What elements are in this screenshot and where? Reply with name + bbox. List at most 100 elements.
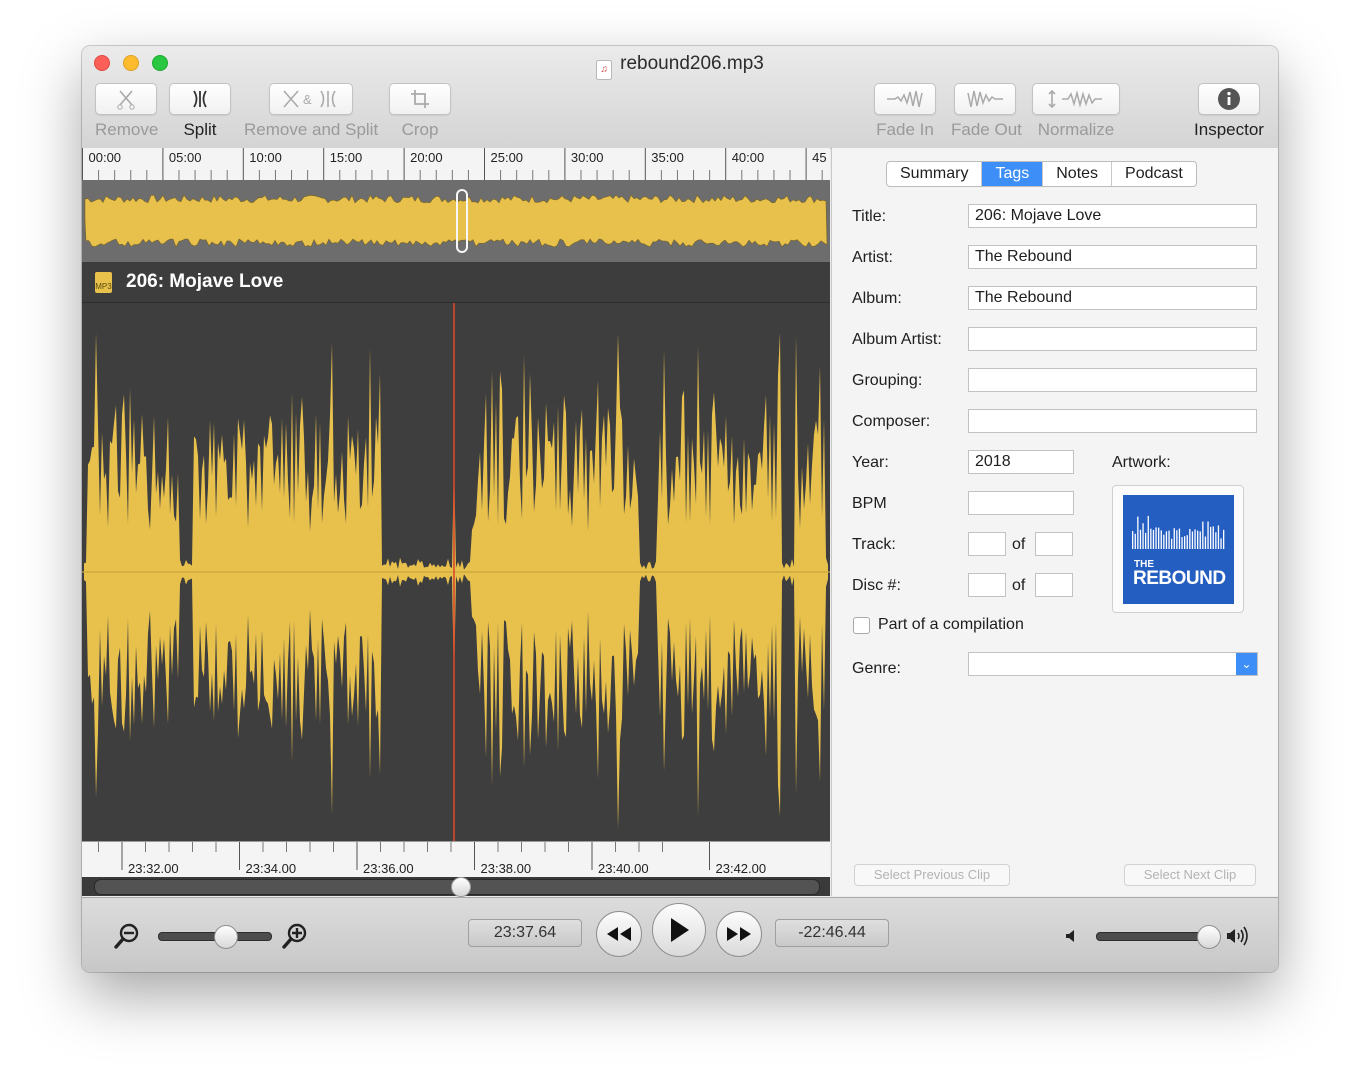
tab-tags[interactable]: Tags [982,162,1044,186]
genre-select[interactable]: ⌄ [968,652,1258,676]
disc-of-label: of [1012,577,1026,594]
artwork-bar [1155,527,1157,549]
disc-number-field[interactable] [968,573,1006,597]
fade-in-button[interactable] [874,83,936,115]
artwork-bar [1171,538,1173,549]
bpm-label: BPM [852,495,887,512]
artwork-bar [1132,531,1134,549]
fade-in-tool[interactable]: Fade In [874,83,936,140]
artwork-bar [1220,538,1222,549]
album-field[interactable]: The Rebound [968,286,1257,310]
normalize-tool[interactable]: Normalize [1032,83,1120,140]
overview-waveform-svg [84,189,828,253]
select-previous-clip-button[interactable]: Select Previous Clip [854,864,1010,886]
artwork-bar [1207,521,1209,549]
mp3-file-icon: MP3 [95,272,112,293]
titlebar: ♫ rebound206.mp3 Remove Split & Remove an… [82,46,1278,149]
artwork-bar [1145,532,1147,549]
timeline-ruler-top[interactable]: 00:00 05:00 10:00 15:00 20:00 25:00 30:00 35:00… [82,148,830,181]
horizontal-scrollbar[interactable] [82,877,830,897]
current-time-display: 23:37.64 [468,919,582,947]
grouping-label: Grouping: [852,372,923,389]
remove-button[interactable] [95,83,157,115]
zoom-out-icon[interactable] [114,922,140,950]
ruler-tick-label: 45 [812,150,826,165]
artwork-bar [1215,532,1217,549]
window-title-text: rebound206.mp3 [620,53,764,74]
remaining-time-display: -22:46.44 [775,919,889,947]
inspector-tool[interactable]: Inspector [1192,83,1266,140]
compilation-checkbox[interactable] [853,617,870,634]
inspector-panel: Summary Tags Notes Podcast Title: 206: M… [831,148,1278,896]
split-icon [193,90,207,108]
chevron-down-icon[interactable]: ⌄ [1236,653,1257,675]
overview-waveform[interactable] [82,180,830,262]
inspector-button[interactable] [1198,83,1260,115]
detail-waveform[interactable] [82,303,830,841]
timeline-ruler-bottom[interactable]: 23:32.00 23:34.00 23:36.00 23:38.00 23:40.00… [82,841,830,878]
title-label: Title: [852,208,887,225]
ruler-tick-label: 23:42.00 [716,861,767,876]
clip-header[interactable]: MP3 206: Mojave Love [82,262,830,303]
tab-summary[interactable]: Summary [887,162,983,186]
timeline-ruler-bottom-svg: 23:32.00 23:34.00 23:36.00 23:38.00 23:40.00… [98,842,767,876]
scrollbar-thumb[interactable] [451,877,471,897]
tab-podcast[interactable]: Podcast [1112,162,1196,186]
zoom-slider-thumb[interactable] [214,925,239,949]
remove-label: Remove [95,120,159,139]
scissors-icon [117,90,135,110]
fade-out-tool[interactable]: Fade Out [951,83,1022,140]
remove-tool[interactable]: Remove [95,83,159,140]
volume-slider-thumb[interactable] [1197,925,1222,949]
artwork-well[interactable]: THE REBOUND [1112,485,1244,613]
composer-field[interactable] [968,409,1257,433]
inspector-tabs: Summary Tags Notes Podcast [886,161,1197,187]
crop-button[interactable] [389,83,451,115]
tab-notes[interactable]: Notes [1043,162,1113,186]
select-next-clip-button[interactable]: Select Next Clip [1124,864,1256,886]
remove-and-split-tool[interactable]: & Remove and Split [244,83,378,140]
artwork-bar [1150,528,1152,549]
info-icon [1218,88,1240,110]
ruler-tick-label: 25:00 [491,150,524,165]
artwork-bar [1168,530,1170,549]
fade-in-icon [887,90,923,108]
grouping-field[interactable] [968,368,1257,392]
split-button[interactable] [169,83,231,115]
fade-out-button[interactable] [954,83,1016,115]
title-field[interactable]: 206: Mojave Love [968,204,1257,228]
track-of-label: of [1012,536,1026,553]
svg-text:&: & [303,92,312,107]
genre-label: Genre: [852,660,901,677]
album-artist-field[interactable] [968,327,1257,351]
track-number-field[interactable] [968,532,1006,556]
crop-icon [411,90,429,108]
artwork-bar [1158,527,1160,549]
album-label: Album: [852,290,902,307]
bpm-field[interactable] [968,491,1074,515]
remove-and-split-label: Remove and Split [244,120,379,139]
volume-high-icon[interactable] [1226,925,1250,947]
ruler-tick-label: 10:00 [249,150,282,165]
zoom-in-icon[interactable] [282,922,308,950]
artwork-bar [1178,528,1181,549]
detail-waveform-svg [82,303,830,841]
clip-icon-text: MP3 [95,282,112,291]
volume-low-icon[interactable] [1065,929,1077,943]
split-tool[interactable]: Split [169,83,231,140]
track-total-field[interactable] [1035,532,1073,556]
disc-total-field[interactable] [1035,573,1073,597]
year-field[interactable]: 2018 [968,450,1074,474]
normalize-button[interactable] [1032,83,1120,115]
remove-and-split-button[interactable]: & [269,83,353,115]
ruler-tick-label: 20:00 [410,150,443,165]
ruler-tick-label: 35:00 [651,150,684,165]
artwork-bar [1194,529,1196,549]
play-button[interactable] [652,903,706,957]
rewind-button[interactable] [596,911,642,957]
crop-tool[interactable]: Crop [389,83,451,140]
artist-field[interactable]: The Rebound [968,245,1257,269]
artwork-bar [1165,531,1168,549]
artwork-bar [1142,523,1144,549]
fast-forward-button[interactable] [716,911,762,957]
